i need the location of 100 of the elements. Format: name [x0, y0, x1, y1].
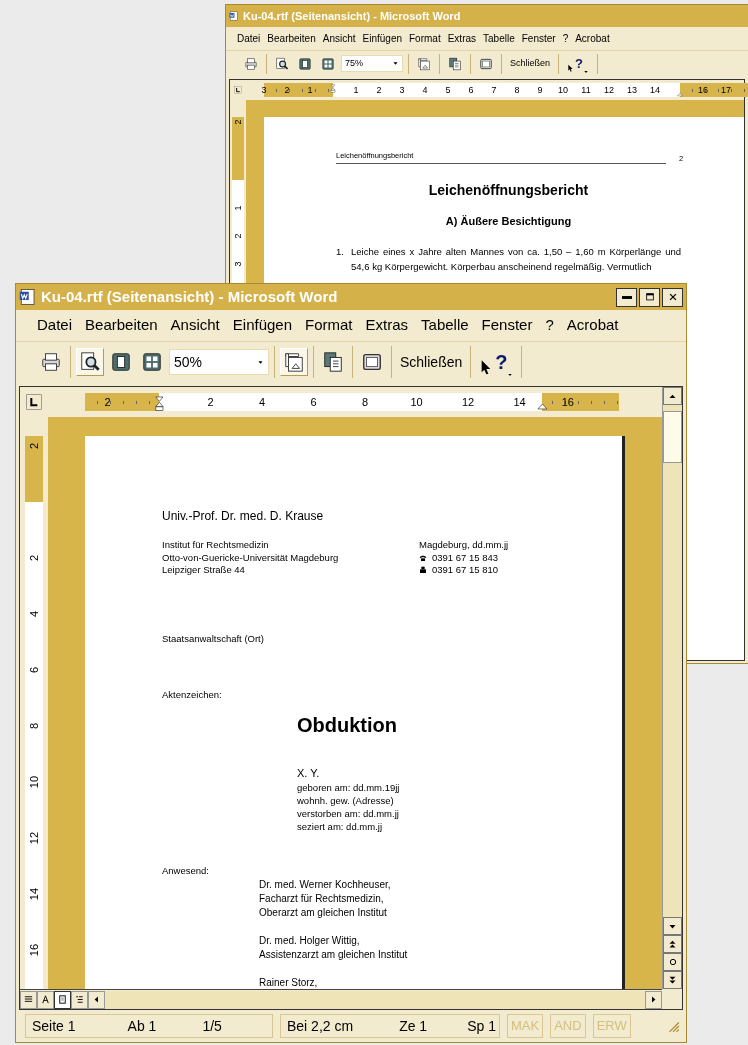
attendee-line: Dr. med. Werner Kochheuser, [259, 878, 392, 892]
menu-item[interactable]: Fenster [521, 31, 556, 46]
menu-item[interactable]: ? [562, 31, 569, 46]
status-field: Bei 2,2 cm [287, 1015, 354, 1037]
ruler-number: 8 [514, 85, 520, 95]
one-page-icon [298, 57, 312, 71]
scroll-left-button[interactable] [88, 990, 105, 1009]
ruler-number: 6 [468, 85, 474, 95]
caret-icon [507, 373, 514, 377]
menu-item[interactable]: Datei [237, 31, 261, 46]
normal-view-icon [23, 994, 34, 1005]
menu-item[interactable]: Extras [447, 31, 477, 46]
status-indicator: ERW [592, 1014, 631, 1038]
attendee-line: Rainer Storz, [259, 976, 319, 989]
menu-item[interactable]: Einfügen [362, 31, 402, 46]
next-page-button[interactable] [663, 971, 682, 989]
magnifier-icon [275, 57, 289, 71]
menu-item[interactable]: Bearbeiten [267, 31, 316, 46]
web-view-icon [40, 994, 51, 1005]
zoom-value: 75% [345, 57, 363, 71]
double-arrow-down-icon [668, 975, 677, 985]
four-pages-icon [141, 351, 163, 373]
ruler-number: 3 [399, 85, 405, 95]
deceased-detail: verstorben am: dd.mm.jj [297, 806, 400, 820]
status-indicator: MAK [507, 1014, 544, 1038]
menu-item[interactable]: Extras [365, 314, 409, 337]
address-line: Otto-von-Guericke-Universität Magdeburg [162, 551, 340, 564]
document-icon [19, 288, 37, 306]
browse-object-button[interactable] [663, 953, 682, 971]
outline-view-button[interactable] [71, 990, 88, 1009]
menu-item[interactable]: Ansicht [170, 314, 220, 337]
help-button[interactable]: ? [564, 51, 592, 77]
scroll-thumb[interactable] [663, 411, 682, 463]
menu-item[interactable]: ? [545, 314, 554, 337]
attendee-line: Assistenzarzt am gleichen Institut [259, 948, 409, 962]
minimize-button[interactable] [616, 287, 637, 307]
menu-item[interactable]: Fenster [481, 314, 533, 337]
menu-item[interactable]: Ansicht [322, 31, 356, 46]
ruler-number: 2 [28, 554, 40, 562]
scroll-right-button[interactable] [645, 990, 662, 1009]
print-view-icon [57, 994, 68, 1005]
phone-number: 0391 67 15 810 [432, 564, 499, 577]
menu-item[interactable]: Einfügen [232, 314, 292, 337]
pages-icon [448, 57, 462, 71]
previous-page-button[interactable] [663, 935, 682, 953]
menu-item[interactable]: Tabelle [483, 31, 515, 46]
ruler-number: 12 [28, 831, 40, 845]
zoom-combo[interactable]: 50% [169, 349, 269, 375]
ruler-number: 5 [445, 85, 451, 95]
maximize-icon [644, 292, 655, 302]
arrow-right-icon [649, 995, 658, 1004]
document-title: Leichenöffnungsbericht [427, 181, 590, 201]
pages-icon [322, 351, 344, 373]
menu-item[interactable]: Acrobat [566, 314, 619, 337]
maximize-button[interactable] [639, 287, 660, 307]
address-line: Leipziger Straße 44 [162, 564, 246, 577]
four-pages-icon [321, 57, 335, 71]
ruler-number: 10 [558, 85, 568, 95]
close-button[interactable] [662, 287, 683, 307]
close-preview-button[interactable]: Schließen [507, 54, 554, 74]
arrow-left-icon [92, 995, 101, 1004]
status-field: Seite 1 [32, 1015, 76, 1037]
resize-grip-icon [666, 1019, 680, 1033]
ruler-number: 14 [650, 85, 660, 95]
list-number: 1. [336, 244, 345, 259]
scroll-down-button[interactable] [663, 917, 682, 935]
deceased-detail: X. Y. [297, 765, 321, 781]
document-subtitle: A) Äußere Besichtigung [444, 214, 573, 230]
menu-item[interactable]: Tabelle [421, 314, 469, 337]
status-field: 1/5 [202, 1015, 222, 1037]
preview-button[interactable] [76, 348, 104, 376]
menu-item[interactable]: Format [409, 31, 441, 46]
ruler-number: 12 [604, 85, 614, 95]
ruler-number: 8 [28, 722, 40, 730]
deceased-detail: wohnh. gew. (Adresse) [297, 793, 395, 807]
close-preview-button[interactable]: Schließen [397, 348, 466, 376]
menu-item[interactable]: Bearbeiten [85, 314, 158, 337]
attendee-line: Dr. med. Holger Wittig, [259, 934, 361, 948]
ruler-number: 2 [104, 396, 111, 408]
magnifier-icon [79, 351, 101, 373]
ruler-number: 17 [721, 85, 731, 95]
ruler-button[interactable] [280, 348, 308, 376]
help-button[interactable]: ? [476, 344, 517, 380]
menu-item[interactable]: Acrobat [575, 31, 610, 46]
print-view-button[interactable] [54, 990, 71, 1009]
status-field: Ab 1 [127, 1015, 157, 1037]
zoom-combo[interactable]: 75% [341, 55, 403, 73]
ruler-number: 2 [376, 85, 382, 95]
outline-view-icon [74, 994, 85, 1005]
recipient-line: Staatsanwaltschaft (Ort) [162, 632, 265, 645]
sender-name: Univ.-Prof. Dr. med. D. Krause [162, 509, 325, 523]
ruler-number: 3 [233, 261, 243, 267]
caret-icon [583, 69, 589, 74]
ruler-number: 11 [581, 85, 591, 95]
caret-icon [257, 359, 264, 365]
scroll-up-button[interactable] [663, 387, 682, 405]
menu-item[interactable]: Format [305, 314, 353, 337]
web-view-button[interactable] [37, 990, 54, 1009]
normal-view-button[interactable] [20, 990, 37, 1009]
menu-item[interactable]: Datei [37, 314, 73, 337]
